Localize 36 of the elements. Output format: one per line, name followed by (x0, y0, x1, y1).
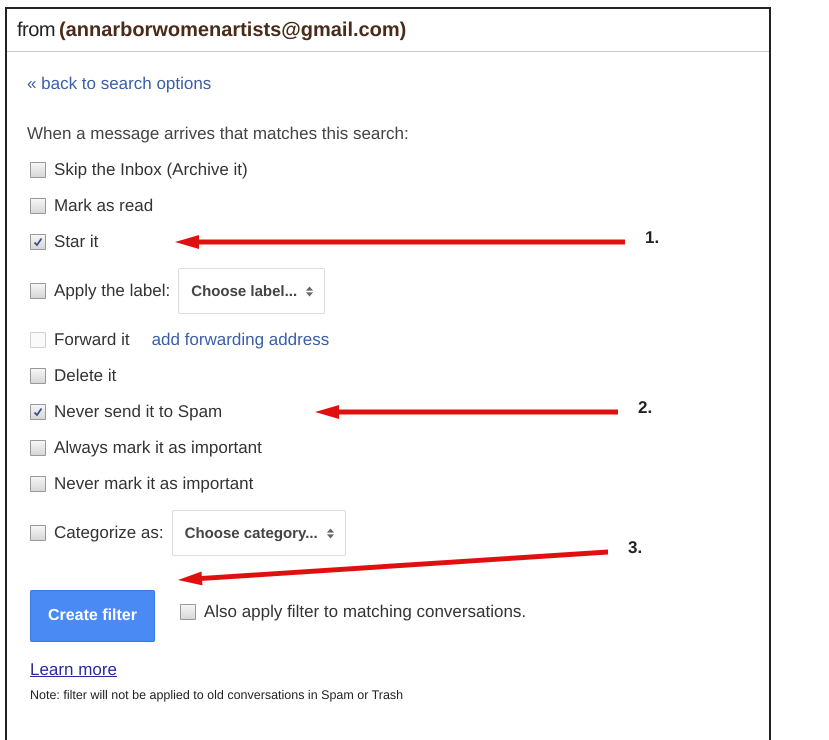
option-label: Always mark it as important (54, 438, 262, 458)
checkbox[interactable] (30, 440, 46, 456)
annotation-number: 3. (628, 538, 642, 558)
header-label: from (17, 18, 55, 42)
option-label: Star it (54, 232, 98, 252)
dropdown[interactable]: Choose label... (178, 268, 326, 314)
option-label: Mark as read (54, 196, 154, 216)
option-label: Also apply filter to matching conversations. (204, 602, 526, 622)
search-query: (annarborwomenartists@gmail.com) (59, 18, 406, 42)
option-label: Delete it (54, 366, 116, 386)
checkbox[interactable] (180, 604, 196, 620)
option-label: Skip the Inbox (Archive it) (54, 160, 248, 180)
dropdown[interactable]: Choose category... (172, 510, 346, 556)
option-label: Forward it (54, 330, 130, 350)
check-icon (33, 407, 43, 417)
option-label: Never mark it as important (54, 474, 254, 494)
instruction-text: When a message arrives that matches this search: (27, 124, 409, 144)
checkbox[interactable] (30, 198, 46, 214)
checkbox[interactable] (30, 476, 46, 492)
checkbox[interactable] (30, 525, 46, 541)
option-label: Categorize as: (54, 523, 164, 543)
note-text: Note: filter will not be applied to old conversations in Spam or Trash (30, 688, 404, 702)
checkbox[interactable] (30, 162, 46, 178)
checkbox[interactable] (30, 283, 46, 299)
sort-arrows-icon (305, 284, 314, 298)
option-label: Apply the label: (54, 281, 170, 301)
checkbox[interactable] (30, 234, 46, 250)
option-label: Never send it to Spam (54, 402, 222, 422)
checkbox[interactable] (30, 404, 46, 420)
learn-more-link[interactable]: Learn more (30, 660, 117, 680)
sort-arrows-icon (326, 526, 335, 540)
back-link[interactable]: « back to search options (27, 74, 212, 94)
check-icon (33, 237, 43, 247)
annotation-number: 2. (638, 398, 652, 418)
checkbox[interactable] (30, 368, 46, 384)
annotation-number: 1. (645, 228, 660, 248)
